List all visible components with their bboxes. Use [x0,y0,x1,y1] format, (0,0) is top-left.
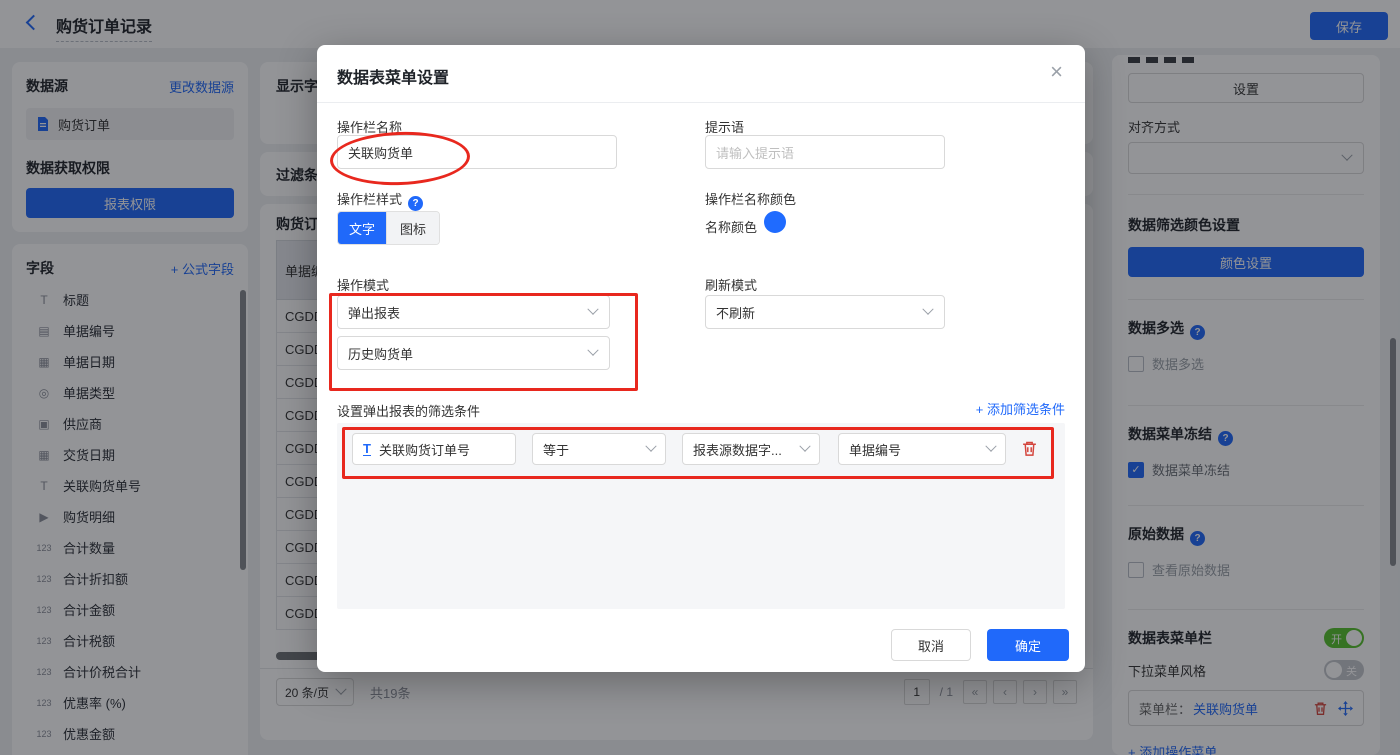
filter-target-select[interactable]: 单据编号 [838,433,1006,465]
action-name-input[interactable]: 关联购货单 [337,135,617,169]
filter-section-title: 设置弹出报表的筛选条件 [337,401,480,420]
color-swatch[interactable] [764,211,786,233]
style-option-text[interactable]: 文字 [338,212,386,244]
delete-filter-icon[interactable] [1021,440,1038,462]
close-icon[interactable]: × [1050,61,1063,83]
filter-field-box[interactable]: T 关联购货订单号 [352,433,516,465]
text-type-icon: T [363,442,371,456]
style-option-icon[interactable]: 图标 [386,212,439,244]
modal-header: 数据表菜单设置 × [317,45,1085,103]
filter-source-select[interactable]: 报表源数据字... [682,433,820,465]
refresh-label: 刷新模式 [705,275,757,294]
filter-operator-select[interactable]: 等于 [532,433,666,465]
name-color-text: 名称颜色 [705,217,757,236]
app-screen: 购货订单记录 保存 数据源 更改数据源 购货订单 数据获取权限 报表权限 字段 … [0,0,1400,755]
refresh-select[interactable]: 不刷新 [705,295,945,329]
style-label-row: 操作栏样式? [337,189,423,211]
mode-select-2[interactable]: 历史购货单 [337,336,610,370]
filter-conditions-panel: T 关联购货订单号 等于 报表源数据字... 单据编号 [337,423,1065,609]
tip-input[interactable]: 请输入提示语 [705,135,945,169]
tip-label: 提示语 [705,117,744,136]
modal-title: 数据表菜单设置 [337,64,449,88]
help-icon[interactable]: ? [408,196,423,211]
table-menu-settings-modal: 数据表菜单设置 × 操作栏名称 关联购货单 提示语 请输入提示语 操作栏样式? … [317,45,1085,672]
name-color-label: 操作栏名称颜色 [705,189,796,208]
mode-label: 操作模式 [337,275,389,294]
chevron-down-icon [587,345,598,356]
confirm-button[interactable]: 确定 [987,629,1069,661]
chevron-down-icon [587,304,598,315]
chevron-down-icon [985,441,996,452]
action-name-label: 操作栏名称 [337,117,402,136]
add-filter-link[interactable]: + 添加筛选条件 [976,399,1065,418]
chevron-down-icon [645,441,656,452]
chevron-down-icon [922,304,933,315]
style-segmented-control: 文字 图标 [337,211,440,245]
chevron-down-icon [799,441,810,452]
mode-select-1[interactable]: 弹出报表 [337,295,610,329]
cancel-button[interactable]: 取消 [891,629,971,661]
